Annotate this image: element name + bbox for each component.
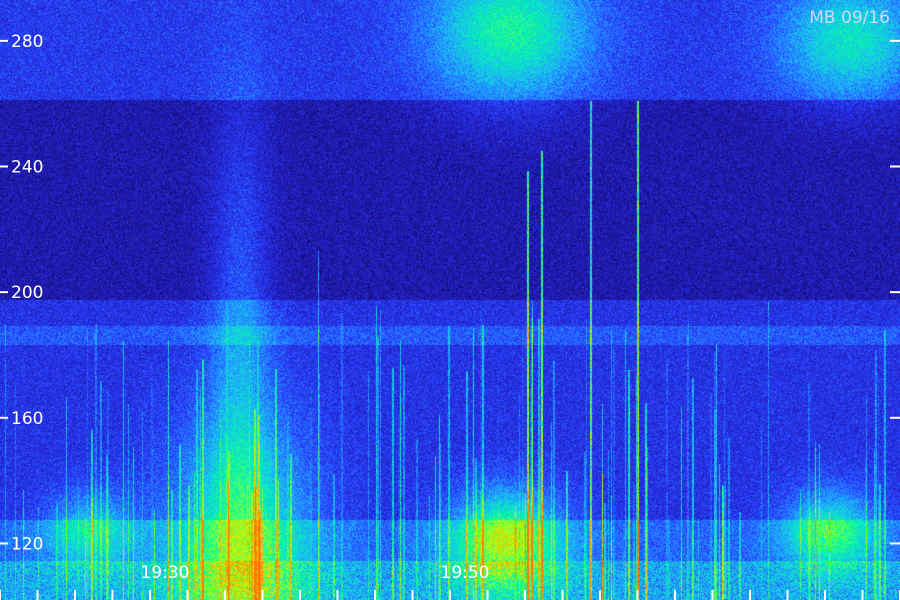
- y-tick-label: 120: [11, 534, 43, 554]
- x-axis: 19:1019:3019:50: [0, 563, 900, 600]
- spectrogram-overlay: 120160200240280 19:1019:3019:50 MB 09/16: [0, 8, 900, 600]
- y-tick-label: 280: [11, 32, 43, 52]
- y-tick-label: 200: [11, 283, 43, 303]
- date-stamp: MB 09/16: [809, 8, 890, 28]
- y-tick-label: 160: [11, 409, 43, 429]
- x-tick-label: 19:30: [141, 563, 190, 583]
- y-tick-label: 240: [11, 157, 43, 177]
- y-axis: 120 160 200 240 280: [0, 32, 900, 554]
- x-tick-label: 19:50: [441, 563, 490, 583]
